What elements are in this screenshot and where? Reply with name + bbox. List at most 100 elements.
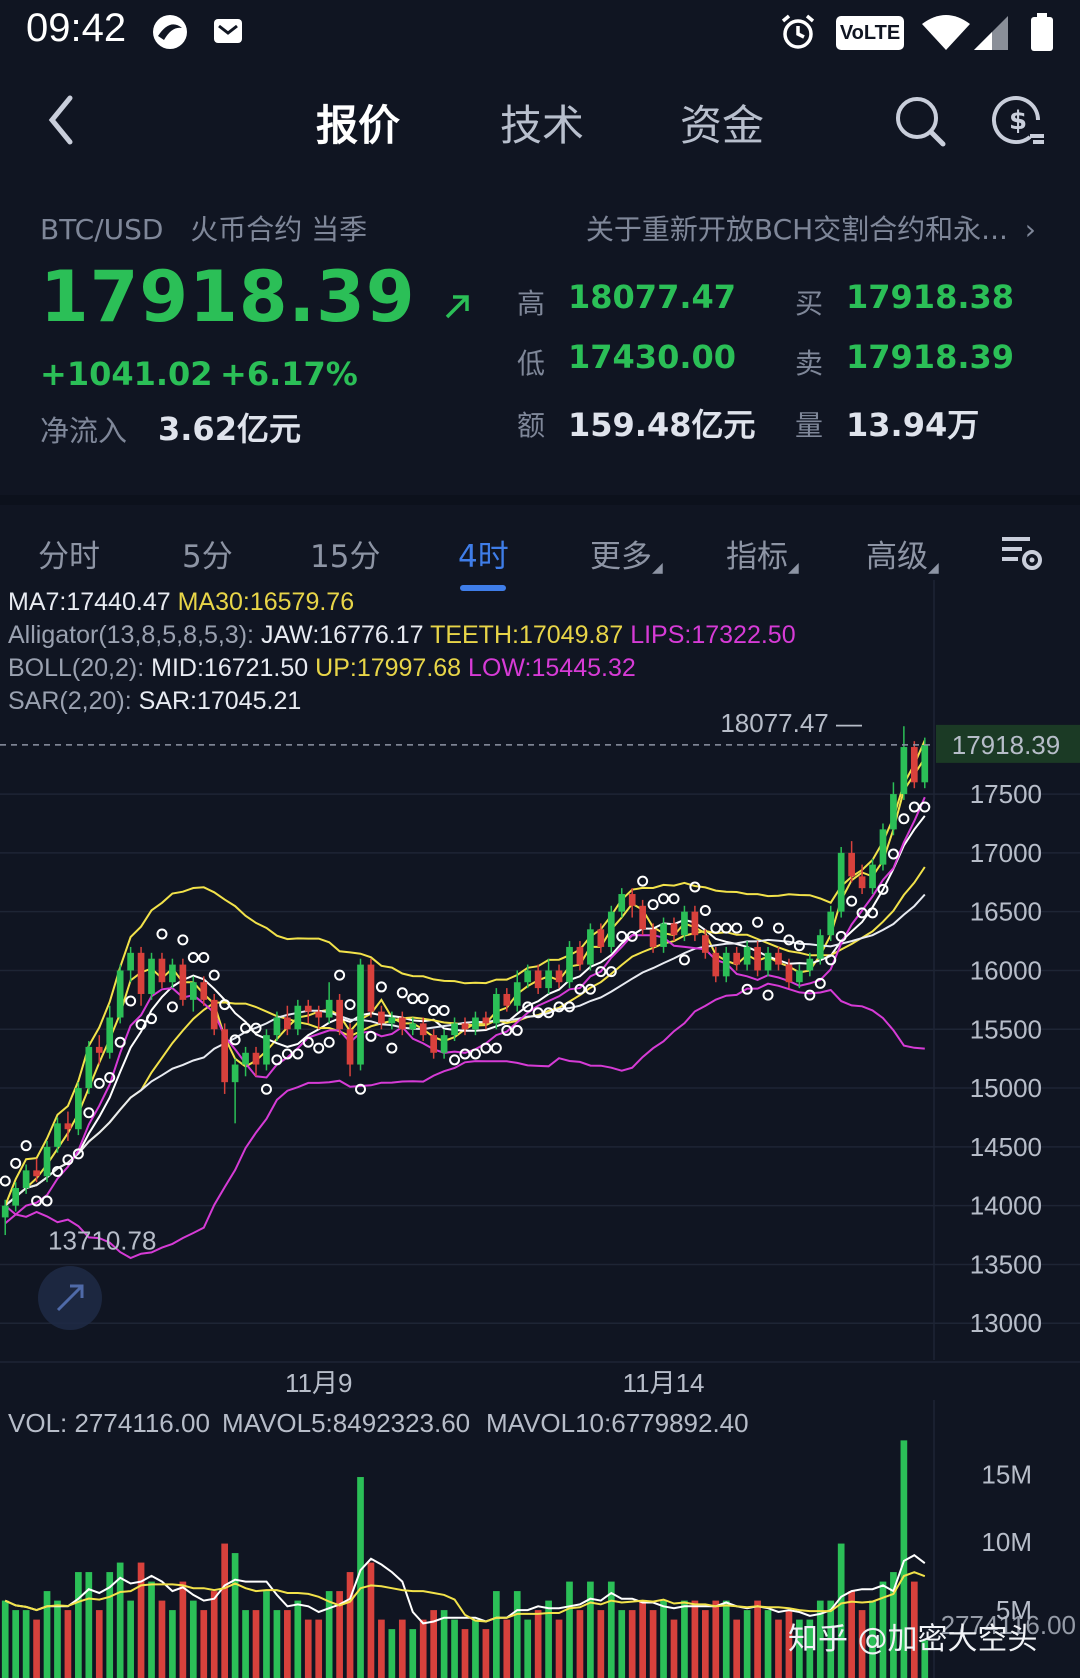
candle-body <box>701 935 709 953</box>
volume-bar <box>691 1600 699 1678</box>
volume-bar <box>158 1600 166 1678</box>
tab-technical[interactable]: 技术 <box>500 92 584 153</box>
sar-dot <box>804 989 816 1001</box>
volume-bar <box>148 1581 155 1678</box>
candle-body <box>85 1046 93 1089</box>
candle-body <box>12 1188 20 1206</box>
y-tick-label: 13500 <box>970 1249 1042 1279</box>
volume-bar <box>1 1600 9 1678</box>
sar-dot <box>0 1175 11 1187</box>
tab-timeshare[interactable]: 分时 <box>38 531 100 576</box>
pair-symbol: BTC/USD <box>40 213 164 246</box>
sar-dot <box>793 940 805 952</box>
y-tick-label: 17000 <box>970 838 1042 868</box>
back-arrow-icon[interactable] <box>40 90 80 150</box>
candle-body <box>315 1011 323 1018</box>
volume-bar <box>440 1610 448 1678</box>
candle <box>367 958 375 1018</box>
sar-dot <box>731 922 743 934</box>
low-label: 低 <box>517 347 546 380</box>
app-logo-icon <box>150 12 190 60</box>
candle <box>116 964 124 1024</box>
candle-body <box>482 1017 490 1024</box>
candle <box>482 1011 490 1030</box>
volume-bar <box>733 1619 741 1678</box>
candle <box>346 1023 354 1077</box>
tab-funds[interactable]: 资金 <box>680 92 764 153</box>
candlestick-chart[interactable]: 17500 17000 16500 16000 15500 15000 14500 14000… <box>0 580 1080 1400</box>
candle-body <box>169 964 176 983</box>
candle-body <box>148 958 155 994</box>
candle-body <box>754 946 761 971</box>
candle-body <box>576 946 584 965</box>
y-tick-label: 15000 <box>970 1073 1042 1103</box>
coin-switch-icon[interactable]: $ <box>990 92 1046 152</box>
candle <box>33 1158 40 1183</box>
candle-body <box>158 958 166 983</box>
volume-bar <box>409 1629 417 1678</box>
candle <box>106 1005 114 1059</box>
candle-body <box>827 911 835 936</box>
tab-5min[interactable]: 5分 <box>182 531 233 576</box>
candle-body <box>890 794 897 830</box>
sar-dot <box>177 934 189 946</box>
tab-quote[interactable]: 报价 <box>316 92 400 153</box>
candle-body <box>722 952 730 977</box>
candle-body <box>231 1064 239 1083</box>
volte-badge: VoLTE <box>836 16 904 50</box>
candle <box>607 905 615 953</box>
tab-indicators[interactable]: 指标◢ <box>726 531 799 576</box>
low-marker-label: 13710.78 <box>48 1226 156 1256</box>
quote-panel: BTC/USD 火币合约 当季 关于重新开放BCH交割合约和永... › 179… <box>0 190 1080 470</box>
battery-icon <box>1030 12 1054 60</box>
sar-dot <box>678 954 690 966</box>
notice-link[interactable]: 关于重新开放BCH交割合约和永... › <box>586 208 1036 248</box>
volume-bar <box>649 1610 657 1678</box>
candle-body <box>534 970 542 989</box>
net-inflow-label: 净流入 <box>40 414 128 448</box>
candle-body <box>503 993 511 1006</box>
volume-bar <box>513 1591 521 1678</box>
up-arrow-icon <box>445 295 469 319</box>
candle <box>304 999 312 1024</box>
volume-bar <box>210 1591 218 1678</box>
candle <box>848 841 855 883</box>
candle-body <box>796 970 803 983</box>
net-inflow-value: 3.62亿元 <box>158 410 301 448</box>
candle-body <box>1 1205 9 1218</box>
volume-label: 量 <box>795 409 824 442</box>
volume-bar <box>367 1562 375 1678</box>
candle-body <box>566 946 573 983</box>
candle <box>85 1041 93 1094</box>
candle <box>722 946 730 983</box>
candle-body <box>607 911 615 947</box>
volume-bar <box>54 1600 61 1678</box>
volume-bar <box>524 1619 532 1678</box>
candle-body <box>524 970 532 983</box>
sar-dot <box>396 987 408 999</box>
volume-bar <box>607 1581 615 1678</box>
chart-settings-icon[interactable] <box>1000 533 1044 577</box>
tab-more[interactable]: 更多◢ <box>590 531 663 576</box>
volume-bar <box>179 1581 187 1678</box>
sar-dot <box>83 1107 95 1119</box>
volume-bar <box>200 1610 208 1678</box>
low-value: 17430.00 <box>568 338 737 376</box>
volume-bar <box>587 1581 594 1678</box>
y-tick-label: 16000 <box>970 955 1042 985</box>
volume-bar <box>618 1610 626 1678</box>
candle <box>263 1029 270 1071</box>
tab-4hour[interactable]: 4时 <box>458 531 509 576</box>
candle-body <box>879 829 887 865</box>
candle-body <box>221 1029 229 1083</box>
tab-indicators-label: 指标 <box>726 539 788 575</box>
candle-body <box>461 1023 469 1030</box>
volume-bar <box>503 1619 511 1678</box>
volume-bar <box>597 1610 605 1678</box>
tab-advanced[interactable]: 高级◢ <box>866 531 939 576</box>
candle <box>597 923 605 953</box>
candle-body <box>242 1052 249 1065</box>
search-icon[interactable] <box>893 94 947 152</box>
tab-15min[interactable]: 15分 <box>310 531 380 576</box>
volume-value: 13.94万 <box>846 406 980 444</box>
